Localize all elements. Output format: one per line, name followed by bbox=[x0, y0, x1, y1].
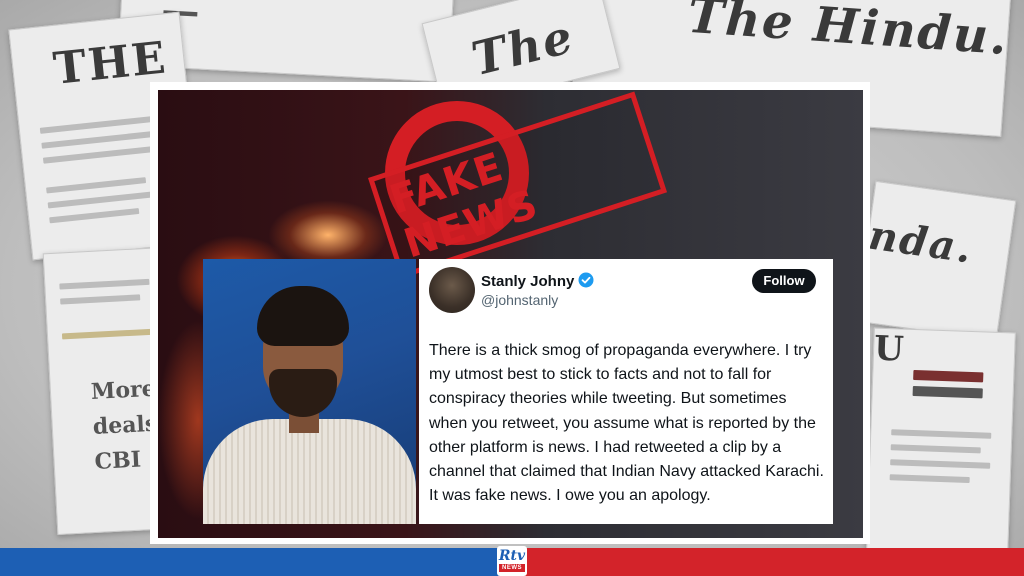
newspaper-sheet: U bbox=[866, 327, 1016, 555]
account-handle[interactable]: @johnstanly bbox=[481, 292, 558, 308]
logo-subtitle: NEWS bbox=[499, 564, 525, 572]
tweet-text: There is a thick smog of propaganda ever… bbox=[429, 342, 824, 505]
account-name-label: Stanly Johny bbox=[481, 273, 575, 290]
masthead: nda. bbox=[865, 211, 977, 273]
logo-mark: Rtv bbox=[498, 548, 526, 564]
masthead: The Hindu. bbox=[685, 0, 1011, 67]
footer-bar-right bbox=[519, 548, 1024, 576]
person-photo bbox=[203, 259, 416, 524]
masthead: U bbox=[873, 328, 907, 370]
verified-badge-icon bbox=[578, 272, 594, 292]
account-name[interactable]: Stanly Johny bbox=[481, 272, 594, 292]
headline-fragment: More bbox=[90, 375, 157, 406]
tweet-card: Stanly Johny @johnstanly Follow There is… bbox=[419, 259, 833, 524]
follow-button[interactable]: Follow bbox=[752, 269, 816, 293]
masthead: The bbox=[466, 8, 580, 87]
avatar[interactable] bbox=[429, 267, 475, 313]
footer-bar-left bbox=[0, 548, 505, 576]
channel-logo: Rtv NEWS bbox=[497, 546, 527, 576]
headline-fragment: deals bbox=[92, 410, 158, 440]
newspaper-sheet: nda. bbox=[855, 180, 1017, 342]
headline-fragment: CBI bbox=[94, 446, 142, 475]
